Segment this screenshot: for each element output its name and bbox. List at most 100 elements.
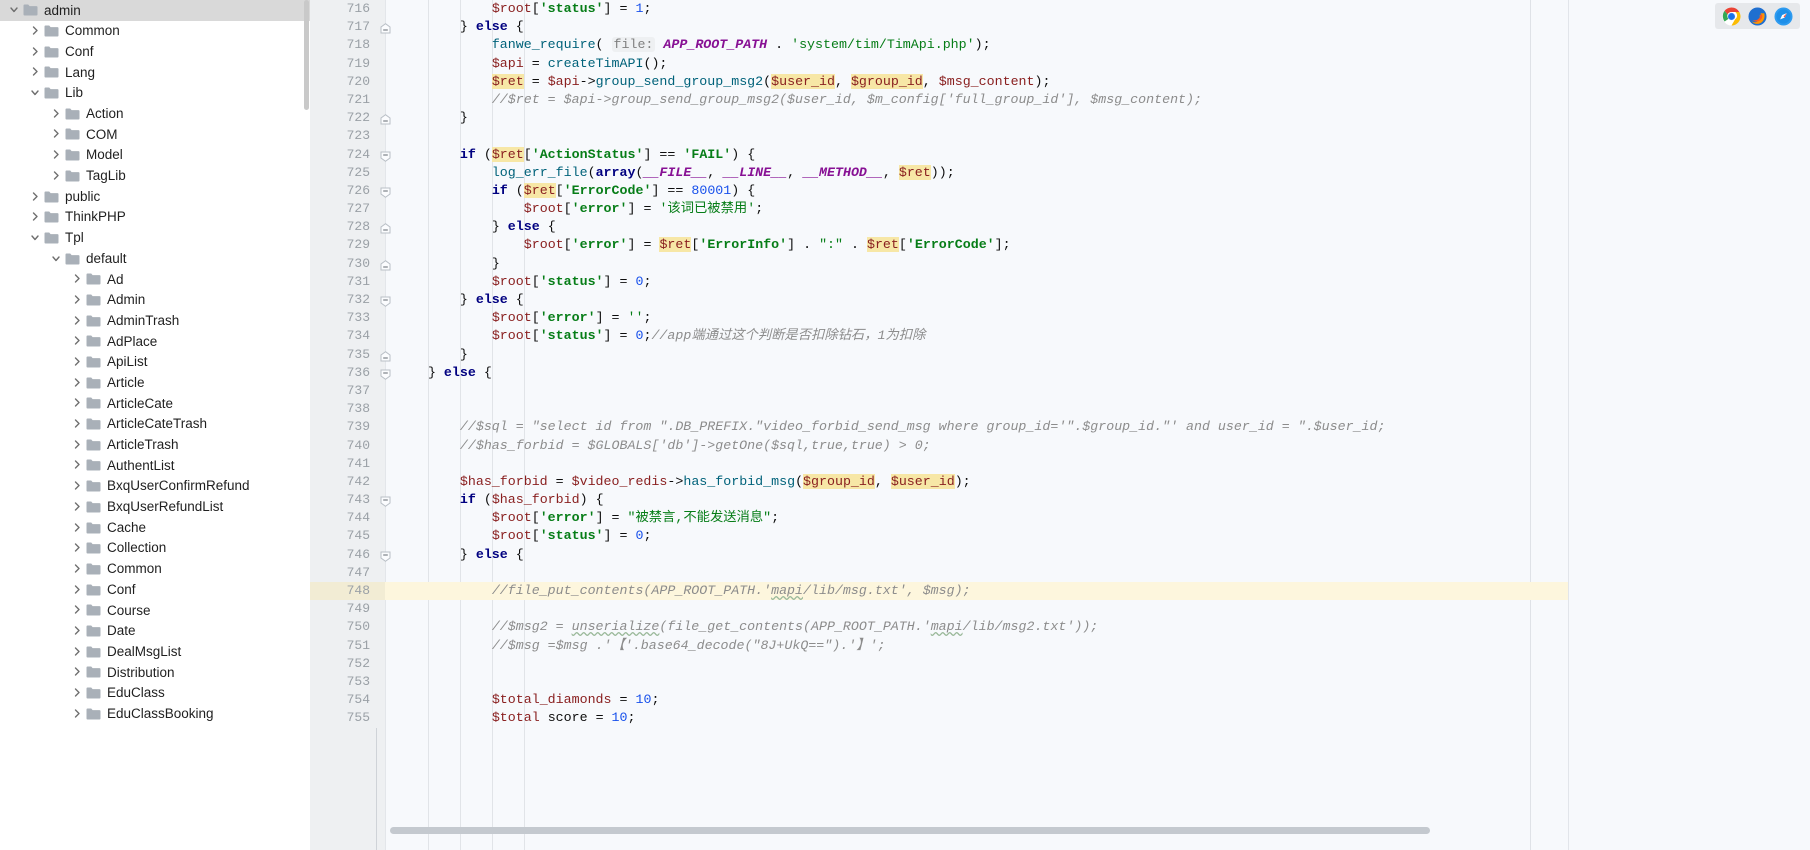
line-number[interactable]: 717 [310, 18, 370, 36]
code-line[interactable]: 740 //$has_forbid = $GLOBALS['db']->getO… [310, 436, 1568, 455]
code-line[interactable]: 721 //$ret = $api->group_send_group_msg2… [310, 90, 1568, 110]
chevron-right-icon[interactable] [71, 709, 84, 719]
code-lines[interactable]: 716 $root['status'] = 1; 717 } else {718 … [310, 0, 1568, 728]
tree-item-conf[interactable]: Conf [0, 579, 310, 600]
code-line[interactable]: 747 [310, 563, 1568, 582]
safari-icon[interactable] [1774, 6, 1793, 26]
tree-item-dealmsglist[interactable]: DealMsgList [0, 641, 310, 662]
tree-item-authentlist[interactable]: AuthentList [0, 455, 310, 476]
code-line[interactable]: 718 fanwe_require( file: APP_ROOT_PATH .… [310, 36, 1568, 55]
chevron-right-icon[interactable] [71, 419, 84, 429]
tree-item-lang[interactable]: Lang [0, 62, 310, 83]
tree-item-com[interactable]: COM [0, 124, 310, 145]
tree-item-admintrash[interactable]: AdminTrash [0, 310, 310, 331]
code-line[interactable]: 717 } else { [310, 18, 1568, 37]
code-editor-panel[interactable]: 716 $root['status'] = 1; 717 } else {718 … [310, 0, 1568, 850]
chevron-right-icon[interactable] [71, 667, 84, 677]
chevron-down-icon[interactable] [29, 233, 42, 243]
line-number[interactable]: 731 [310, 273, 370, 291]
line-number[interactable]: 751 [310, 637, 370, 655]
line-number[interactable]: 730 [310, 255, 370, 273]
chevron-down-icon[interactable] [29, 88, 42, 98]
line-number[interactable]: 728 [310, 218, 370, 236]
code-line[interactable]: 742 $has_forbid = $video_redis->has_forb… [310, 472, 1568, 492]
chevron-right-icon[interactable] [71, 398, 84, 408]
tree-scrollbar-thumb[interactable] [304, 0, 309, 110]
line-number[interactable]: 727 [310, 200, 370, 218]
tree-item-article[interactable]: Article [0, 372, 310, 393]
browser-tray[interactable] [1715, 3, 1800, 29]
chevron-right-icon[interactable] [71, 605, 84, 615]
code-text[interactable]: //$msg2 = unserialize(file_get_contents(… [396, 618, 1098, 636]
tree-item-tpl[interactable]: Tpl [0, 228, 310, 249]
chevron-right-icon[interactable] [71, 502, 84, 512]
code-line[interactable]: 752 [310, 654, 1568, 673]
code-line[interactable]: 727 $root['error'] = '该词已被禁用'; [310, 200, 1568, 219]
code-line[interactable]: 751 //$msg =$msg .'【'.base64_decode("8J+… [310, 636, 1568, 655]
line-number[interactable]: 720 [310, 73, 370, 91]
chevron-right-icon[interactable] [50, 150, 63, 160]
chevron-right-icon[interactable] [71, 440, 84, 450]
chevron-right-icon[interactable] [71, 481, 84, 491]
code-text[interactable]: if ($has_forbid) { [396, 491, 604, 509]
fold-marker-end[interactable] [380, 350, 391, 362]
line-number[interactable]: 733 [310, 309, 370, 327]
code-line[interactable]: 746 } else { [310, 545, 1568, 564]
code-line[interactable]: 720 $ret = $api->group_send_group_msg2($… [310, 72, 1568, 91]
fold-marker-start[interactable] [380, 150, 391, 162]
code-line[interactable]: 729 $root['error'] = $ret['ErrorInfo'] .… [310, 236, 1568, 255]
chevron-right-icon[interactable] [71, 336, 84, 346]
code-line[interactable]: 722 } [310, 109, 1568, 128]
code-line[interactable]: 738 [310, 400, 1568, 419]
code-line[interactable]: 741 [310, 454, 1568, 473]
line-number[interactable]: 755 [310, 709, 370, 727]
code-text[interactable]: fanwe_require( file: APP_ROOT_PATH . 'sy… [396, 36, 991, 54]
tree-item-admin[interactable]: admin [0, 0, 310, 21]
chevron-down-icon[interactable] [50, 254, 63, 264]
line-number[interactable]: 723 [310, 127, 370, 145]
code-line[interactable]: 719 $api = createTimAPI(); [310, 54, 1568, 73]
line-number[interactable]: 749 [310, 600, 370, 618]
code-editor-surface[interactable]: 716 $root['status'] = 1; 717 } else {718 … [310, 0, 1568, 850]
tree-item-common[interactable]: Common [0, 559, 310, 580]
tree-item-bxquserconfirmrefund[interactable]: BxqUserConfirmRefund [0, 476, 310, 497]
code-line[interactable]: 739 //$sql = "select id from ".DB_PREFIX… [310, 418, 1568, 437]
tree-item-model[interactable]: Model [0, 145, 310, 166]
code-line[interactable]: 730 } [310, 254, 1568, 273]
code-line[interactable]: 735 } [310, 345, 1568, 364]
tree-item-bxquserrefundlist[interactable]: BxqUserRefundList [0, 497, 310, 518]
line-number[interactable]: 744 [310, 509, 370, 527]
line-number[interactable]: 738 [310, 400, 370, 418]
line-number[interactable]: 735 [310, 346, 370, 364]
tree-item-default[interactable]: default [0, 248, 310, 269]
chrome-icon[interactable] [1722, 6, 1741, 26]
tree-item-articletrash[interactable]: ArticleTrash [0, 434, 310, 455]
line-number[interactable]: 745 [310, 527, 370, 545]
code-text[interactable]: //$msg =$msg .'【'.base64_decode("8J+UkQ=… [396, 637, 886, 655]
line-number[interactable]: 729 [310, 236, 370, 254]
code-line[interactable]: 754 $total_diamonds = 10; [310, 691, 1568, 710]
fold-marker-start[interactable] [380, 295, 391, 307]
line-number[interactable]: 740 [310, 437, 370, 455]
tree-item-thinkphp[interactable]: ThinkPHP [0, 207, 310, 228]
chevron-right-icon[interactable] [71, 295, 84, 305]
fold-marker-end[interactable] [380, 222, 391, 234]
fold-marker-start[interactable] [380, 186, 391, 198]
line-number[interactable]: 724 [310, 146, 370, 164]
tree-item-articlecatetrash[interactable]: ArticleCateTrash [0, 414, 310, 435]
chevron-right-icon[interactable] [71, 626, 84, 636]
tree-item-public[interactable]: public [0, 186, 310, 207]
code-text[interactable]: if ($ret['ActionStatus'] == 'FAIL') { [396, 146, 755, 164]
tree-item-educlass[interactable]: EduClass [0, 683, 310, 704]
code-text[interactable]: } else { [396, 218, 556, 236]
line-number[interactable]: 725 [310, 164, 370, 182]
tree-item-taglib[interactable]: TagLib [0, 166, 310, 187]
chevron-right-icon[interactable] [71, 357, 84, 367]
chevron-right-icon[interactable] [71, 688, 84, 698]
code-text[interactable]: $ret = $api->group_send_group_msg2($user… [396, 73, 1050, 91]
line-number[interactable]: 721 [310, 91, 370, 109]
code-text[interactable]: $root['status'] = 1; [396, 0, 652, 18]
chevron-right-icon[interactable] [29, 212, 42, 222]
chevron-right-icon[interactable] [71, 584, 84, 595]
tree-item-ad[interactable]: Ad [0, 269, 310, 290]
